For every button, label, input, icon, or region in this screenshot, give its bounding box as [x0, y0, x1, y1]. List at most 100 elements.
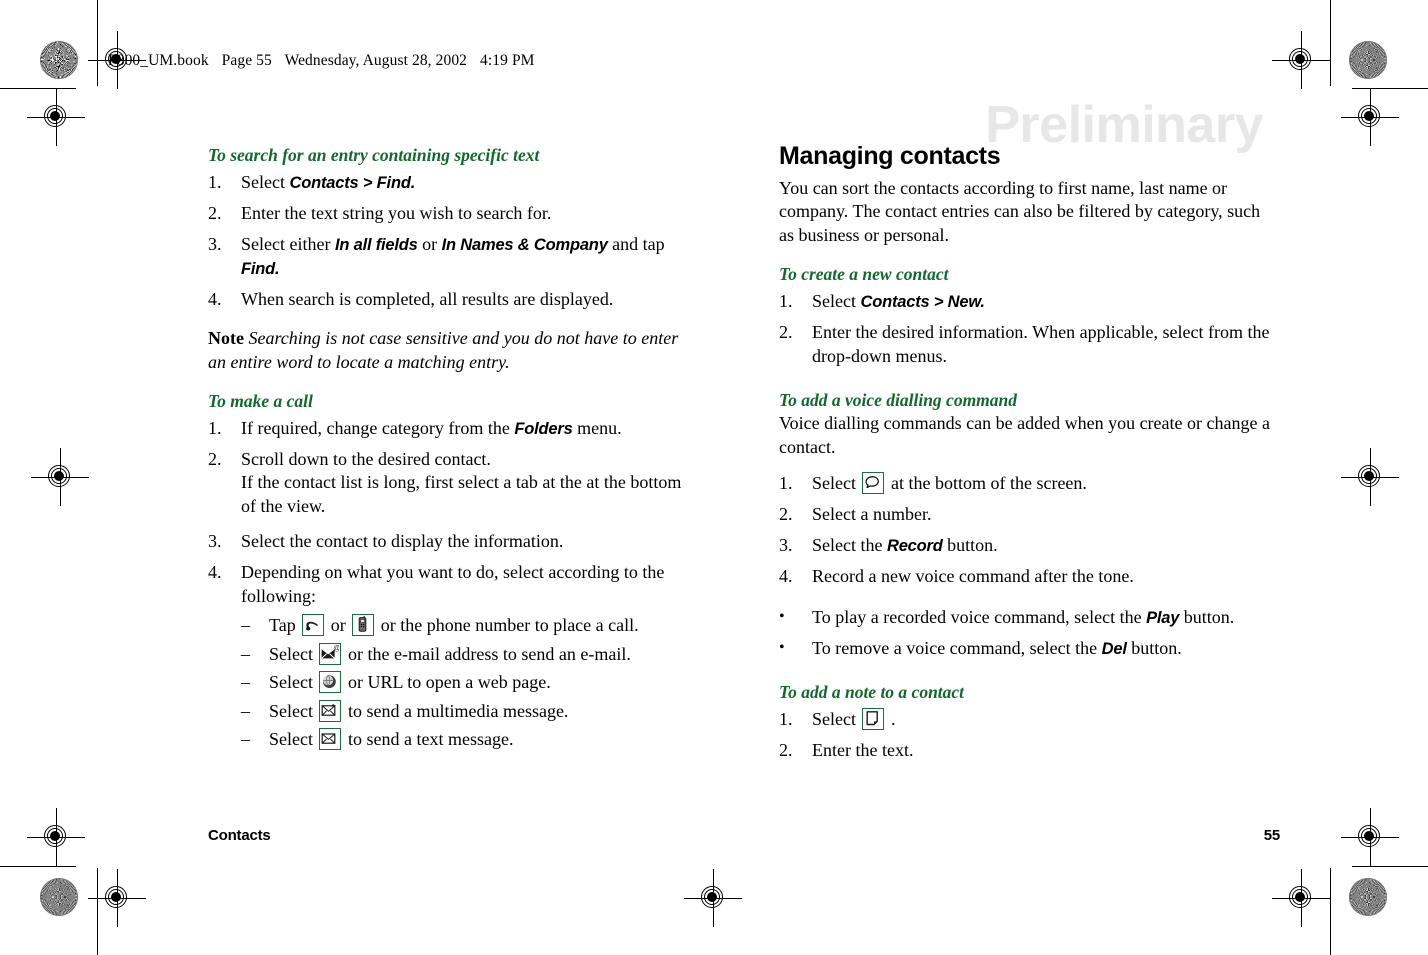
phone-handset-icon[interactable] [302, 614, 325, 637]
footer-chapter-name: Contacts [208, 827, 271, 844]
option-text: Select [269, 672, 318, 693]
voice-intro-paragraph: Voice dialling commands can be added whe… [779, 413, 1270, 458]
step-text-mid: or [417, 233, 442, 254]
list-item: 4. Record a new voice command after the … [779, 565, 1279, 589]
option-text-post: to send a multimedia message. [343, 700, 569, 721]
ui-term-find: Find. [241, 259, 280, 278]
bullet-marker: • [779, 607, 785, 625]
page-footer: Contacts 55 [208, 827, 1280, 844]
dash-marker: – [241, 615, 250, 636]
step-number: 2. [779, 322, 793, 343]
list-item: 2. Select a number. [779, 503, 1279, 527]
option-text: Select [269, 643, 318, 664]
list-item: – Select @ or the e-mail address to send… [241, 641, 700, 669]
dash-marker: – [241, 729, 250, 750]
step-text-post: menu. [572, 417, 622, 438]
speech-bubble-icon[interactable] [862, 472, 885, 494]
step-text: Enter the desired information. When appl… [812, 322, 1270, 367]
email-envelope-icon[interactable]: @ [319, 642, 342, 665]
step-number: 4. [208, 562, 222, 583]
step-text: Select either [241, 233, 335, 254]
list-item: 3. Select the Record button. [779, 534, 1279, 558]
mms-envelope-icon[interactable] [319, 699, 342, 722]
step-number: 3. [779, 534, 793, 555]
step-number: 3. [208, 531, 222, 552]
mobile-phone-icon[interactable] [352, 614, 375, 637]
step-number: 3. [208, 233, 222, 254]
option-text: Tap [269, 615, 301, 636]
option-text-post: or the phone number to place a call. [376, 615, 639, 636]
note-page-icon[interactable] [862, 707, 885, 730]
page-content: To search for an entry containing specif… [0, 0, 1428, 955]
heading-add-note-to-contact: To add a note to a contact [779, 681, 965, 702]
ui-term-contacts-find: Contacts > Find. [289, 174, 416, 192]
step-number: 4. [779, 565, 793, 586]
create-steps-list: 1. Select Contacts > New. 2. Enter the d… [779, 290, 1279, 369]
list-item: 1. If required, change category from the… [208, 417, 700, 441]
sms-envelope-icon[interactable] [319, 728, 342, 751]
step-number: 1. [779, 291, 793, 312]
step-number: 4. [208, 288, 222, 309]
ui-term-contacts-new: Contacts > New. [860, 293, 985, 312]
step-number: 2. [208, 448, 222, 469]
heading-search-entry: To search for an entry containing specif… [208, 145, 540, 165]
step-number: 1. [779, 708, 793, 729]
step-number: 1. [208, 417, 222, 438]
heading-voice-dialling-command: To add a voice dialling command [779, 390, 1018, 411]
list-item: 1. Select Contacts > New. [779, 290, 1279, 314]
list-item: – Select to send a text message. [241, 726, 700, 754]
list-item: 1. Select Contacts > Find. [208, 171, 700, 195]
heading-create-new-contact: To create a new contact [779, 264, 949, 285]
list-item: 4. When search is completed, all results… [208, 288, 700, 312]
list-item: 2. Enter the text. [779, 739, 1279, 763]
step-text-mid2: and tap [607, 233, 665, 254]
step-text-post: at the bottom of the screen. [886, 473, 1087, 493]
option-text: Select [269, 729, 318, 750]
note-paragraph: Note Searching is not case sensitive and… [208, 327, 700, 375]
search-steps-list: 1. Select Contacts > Find. 2. Enter the … [208, 171, 700, 312]
list-item: 1. Select . [779, 707, 1279, 732]
footer-page-number: 55 [1263, 827, 1281, 844]
step-number: 1. [208, 172, 222, 192]
list-item: 2. Enter the desired information. When a… [779, 321, 1279, 369]
dash-marker: – [241, 672, 250, 693]
ui-term-folders: Folders [514, 419, 573, 438]
dash-marker: – [241, 700, 250, 721]
list-item: 3. Select the contact to display the inf… [208, 530, 700, 554]
bullet-text-post: button. [1179, 606, 1235, 627]
note-steps-list: 1. Select . 2. Enter the text. [779, 707, 1279, 763]
globe-web-icon[interactable] [319, 671, 342, 694]
step-continuation-text: If the contact list is long, first selec… [241, 472, 682, 517]
voice-bullets-list: • To play a recorded voice command, sele… [779, 606, 1279, 661]
note-label: Note [208, 327, 244, 348]
list-item: – Tap or or the phone number to place a … [241, 612, 700, 640]
option-text-post: or URL to open a web page. [343, 672, 551, 693]
step-text: When search is completed, all results ar… [241, 288, 614, 309]
bullet-marker: • [779, 638, 785, 656]
list-item: 2. Enter the text string you wish to sea… [208, 202, 700, 226]
step-text: Scroll down to the desired contact. [241, 448, 491, 469]
step-text: If required, change category from the [241, 417, 515, 438]
page-title: Managing contacts [779, 142, 1001, 170]
step-text: Select [812, 291, 861, 312]
list-item: – Select or URL to open a web page. [241, 669, 700, 697]
step-text: Select the contact to display the inform… [241, 531, 564, 552]
step-number: 1. [779, 473, 793, 493]
option-text-post: or the e-mail address to send an e-mail. [343, 643, 631, 664]
step-text: Select the [812, 534, 887, 555]
step-text-post: button. [942, 534, 998, 555]
list-item: 2. Scroll down to the desired contact. I… [208, 448, 700, 520]
voice-steps-list: 1. Select at the bottom of the screen. 2… [779, 472, 1279, 589]
list-item: • To remove a voice command, select the … [779, 637, 1279, 661]
right-column: Managing contacts You can sort the conta… [779, 142, 1279, 770]
list-item: – Select to send a multimedia message. [241, 698, 700, 726]
call-steps-list: 1. If required, change category from the… [208, 417, 700, 754]
svg-text:@: @ [334, 645, 340, 652]
bullet-text: To play a recorded voice command, select… [812, 606, 1147, 627]
bullet-text: To remove a voice command, select the [812, 637, 1102, 658]
step-text: Record a new voice command after the ton… [812, 565, 1134, 586]
note-text: Searching is not case sensitive and you … [208, 327, 679, 372]
list-item: 4. Depending on what you want to do, sel… [208, 561, 700, 754]
list-item: 3. Select either In all fields or In Nam… [208, 233, 700, 281]
ui-term-in-names-company: In Names & Company [441, 235, 608, 254]
